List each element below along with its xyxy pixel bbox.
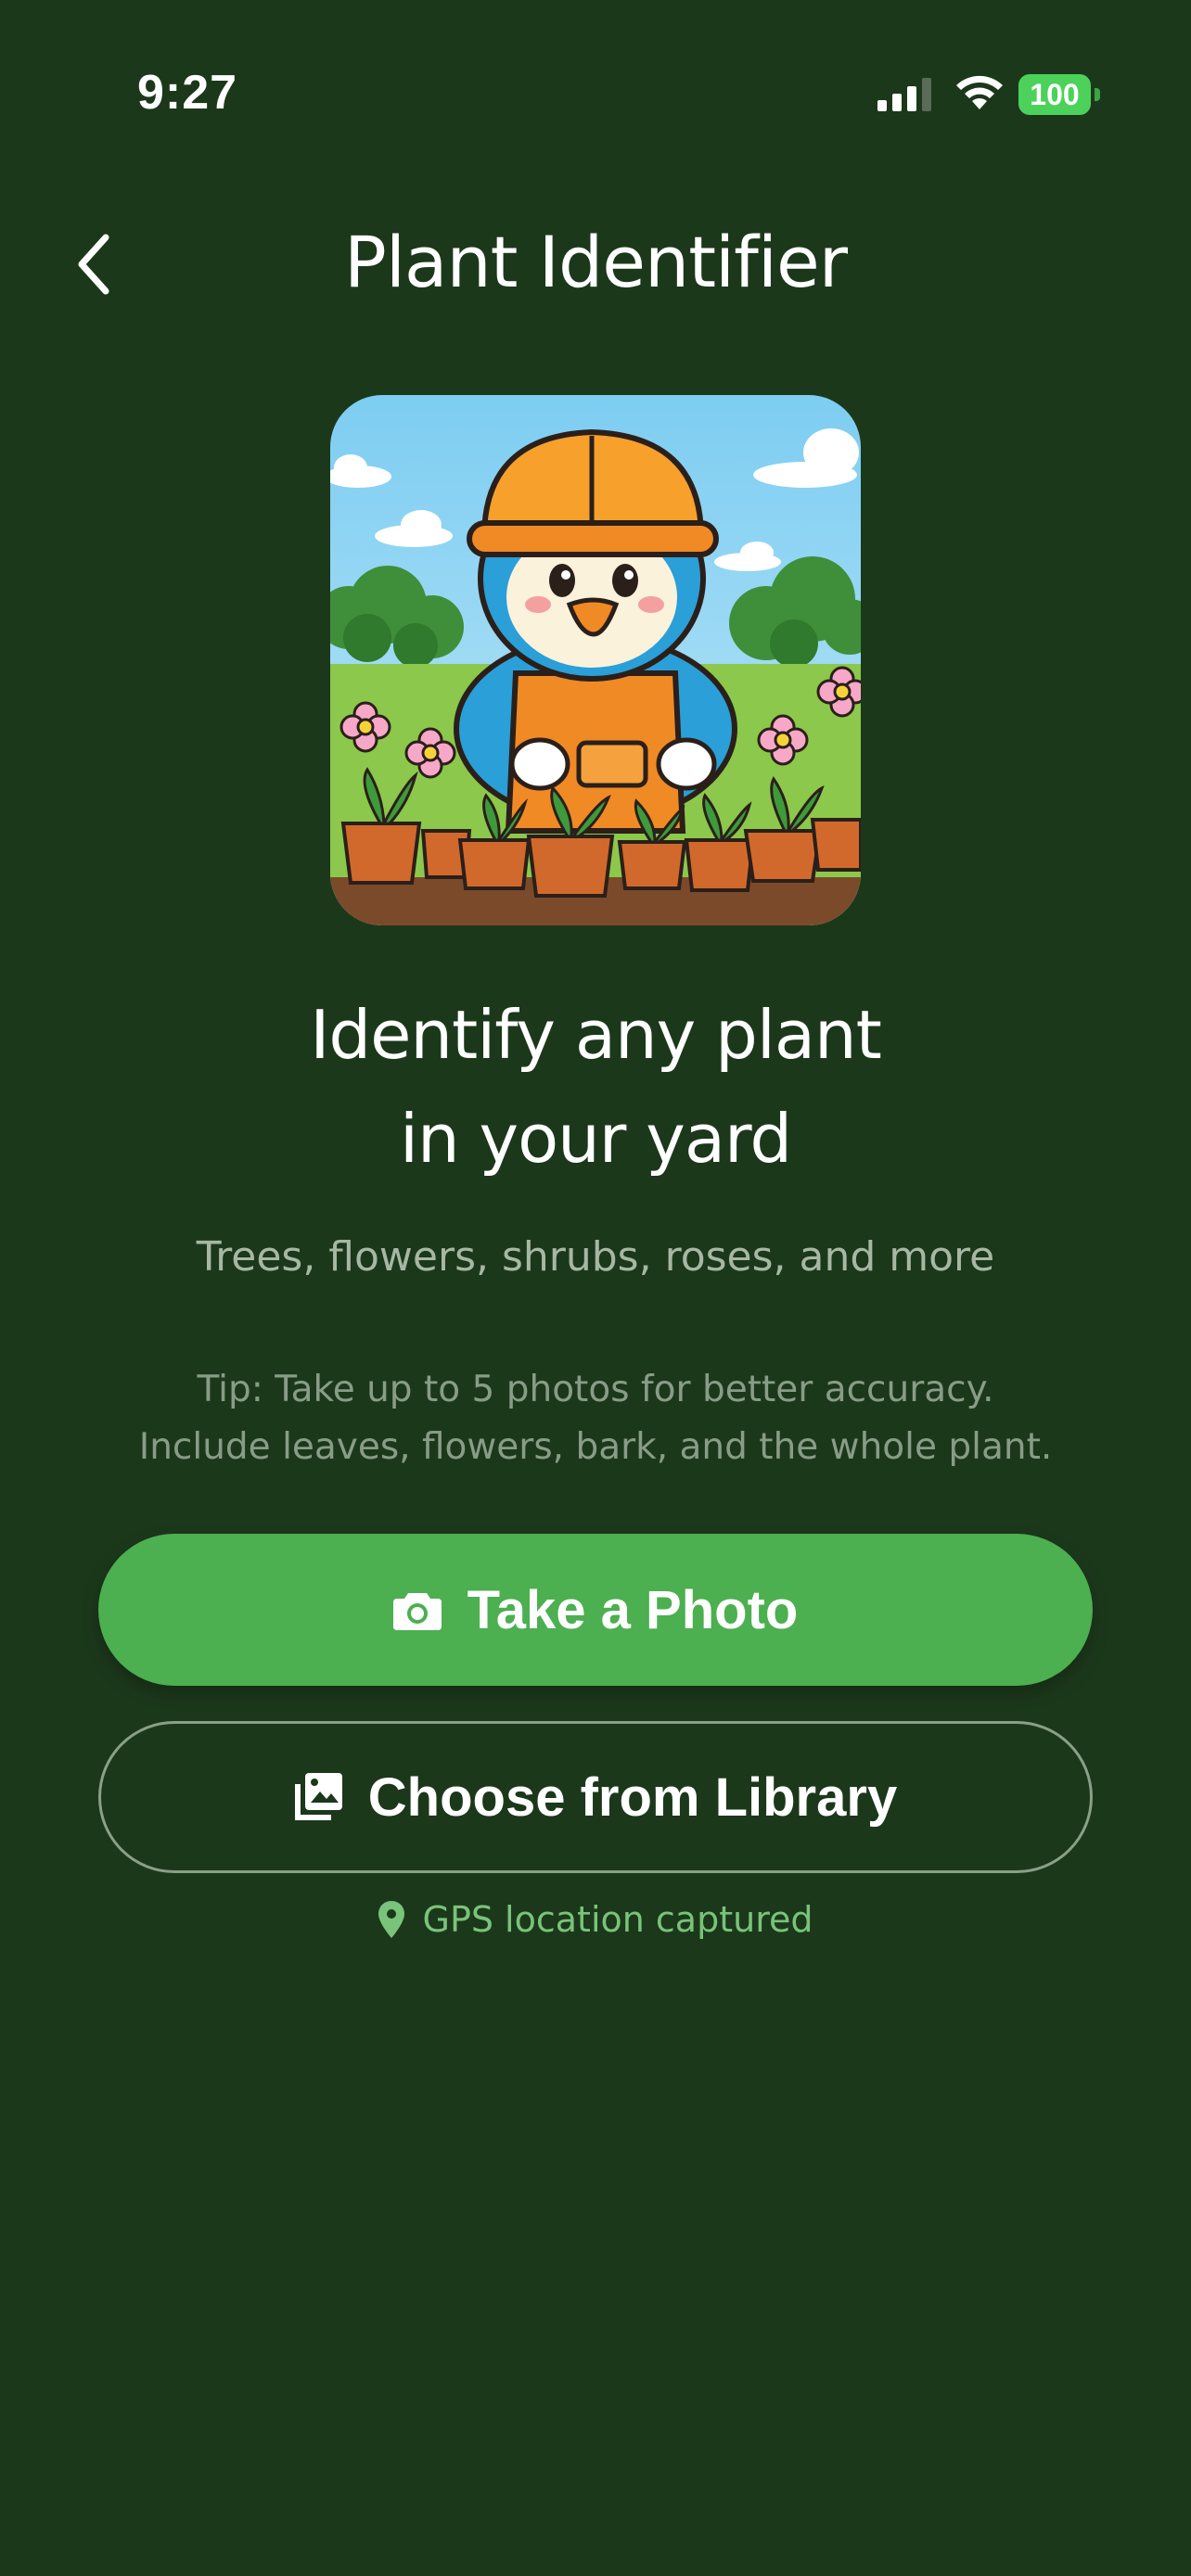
choose-library-label: Choose from Library	[367, 1766, 898, 1828]
camera-icon	[392, 1593, 442, 1630]
location-pin-icon	[378, 1901, 404, 1938]
hero-illustration	[330, 395, 861, 925]
battery-level: 100	[1018, 74, 1091, 115]
gps-status-text: GPS location captured	[422, 1899, 813, 1940]
status-bar: 9:27 100	[0, 0, 1191, 185]
gps-status: GPS location captured	[0, 1899, 1191, 1940]
headline-line-2: in your yard	[399, 1100, 792, 1178]
photo-library-icon	[294, 1773, 342, 1820]
status-time: 9:27	[137, 66, 238, 120]
signal-icon	[877, 78, 931, 111]
tip-line-2: Include leaves, flowers, bark, and the w…	[138, 1426, 1053, 1468]
take-photo-label: Take a Photo	[467, 1579, 799, 1640]
subtitle: Trees, flowers, shrubs, roses, and more	[196, 1233, 995, 1281]
choose-library-button[interactable]: Choose from Library	[98, 1721, 1093, 1873]
take-photo-button[interactable]: Take a Photo	[98, 1534, 1093, 1686]
headline: Identify any plant in your yard	[0, 983, 1191, 1191]
wifi-icon	[956, 75, 1003, 109]
tip-text: Tip: Take up to 5 photos for better accu…	[0, 1361, 1191, 1476]
page-title: Plant Identifier	[343, 221, 848, 303]
headline-line-1: Identify any plant	[310, 996, 882, 1074]
tip-line-1: Tip: Take up to 5 photos for better accu…	[197, 1369, 994, 1410]
